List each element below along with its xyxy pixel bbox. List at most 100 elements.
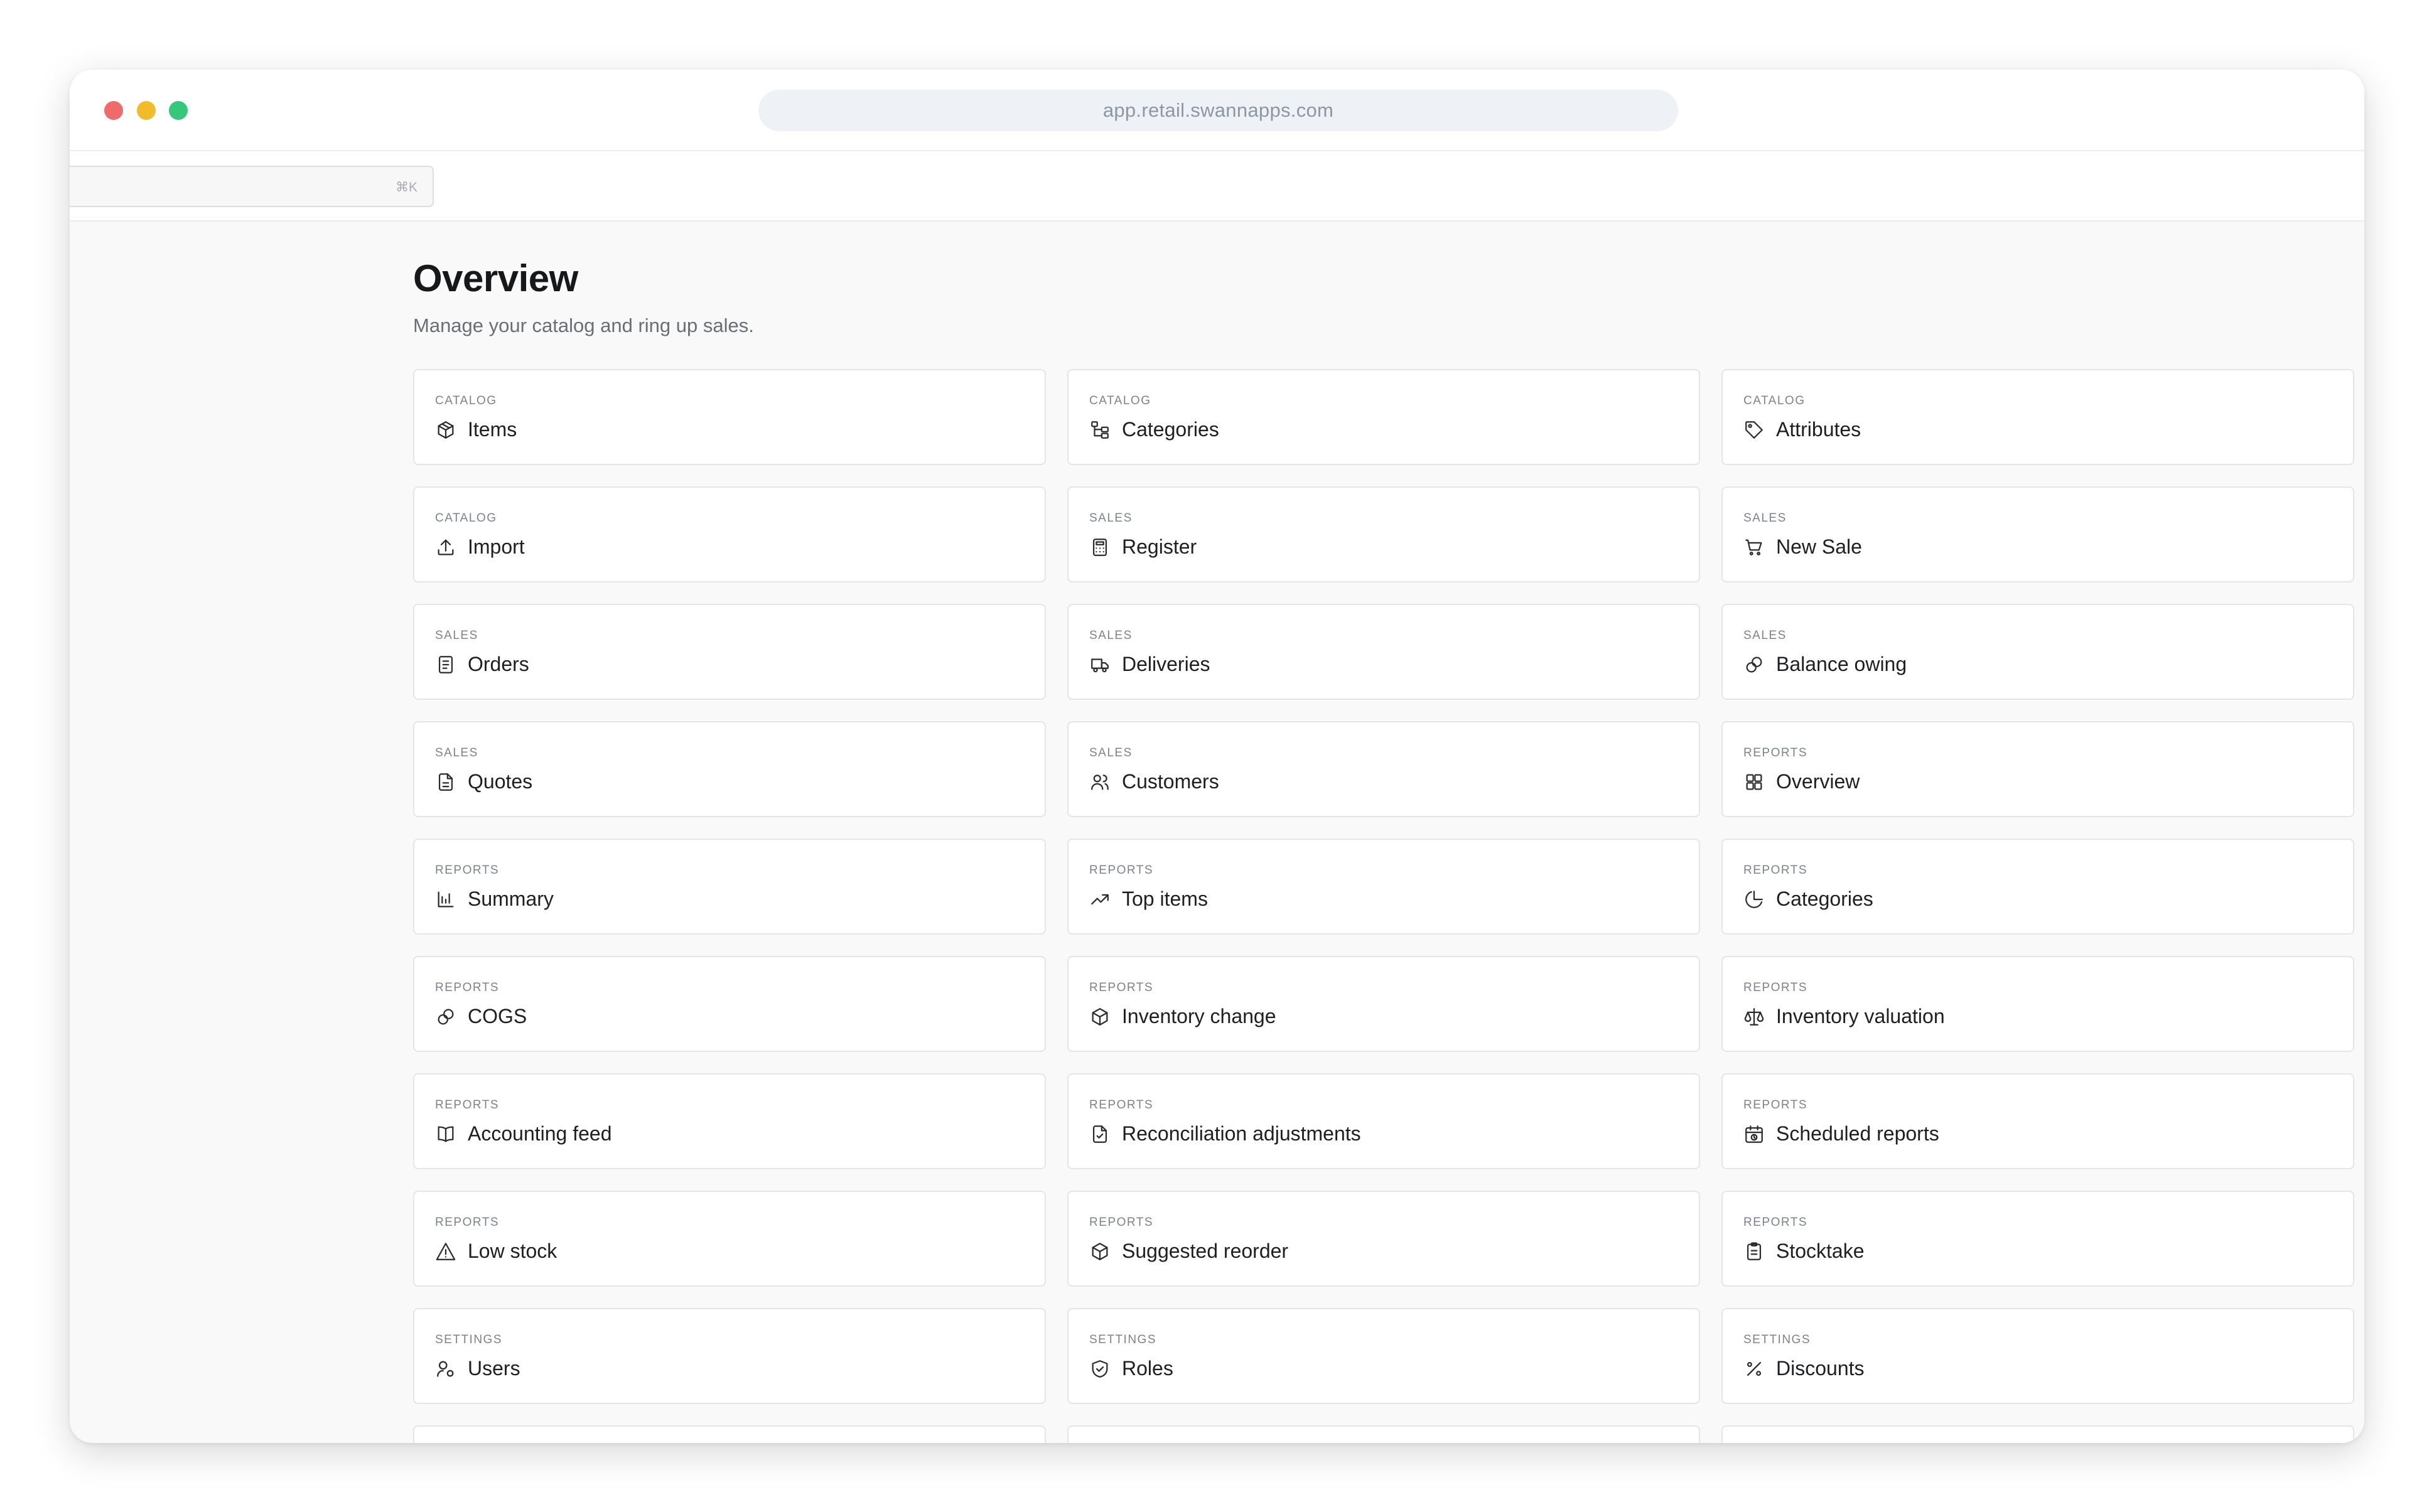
- card-category: SALES: [435, 629, 478, 642]
- card-label-row: Categories: [1743, 887, 1873, 911]
- card-label-row: Quotes: [435, 770, 532, 793]
- nav-card[interactable]: REPORTS Inventory change: [1067, 956, 1700, 1052]
- card-label: Overview: [1776, 770, 1860, 793]
- card-category: REPORTS: [435, 981, 500, 994]
- nav-card[interactable]: SALES Orders: [413, 604, 1046, 700]
- nav-card[interactable]: SETTINGS: [413, 1425, 1046, 1443]
- cart-icon: [1743, 537, 1765, 558]
- card-category: SETTINGS: [1089, 1333, 1157, 1346]
- shield-check-icon: [1089, 1358, 1111, 1380]
- card-category: REPORTS: [1089, 1098, 1154, 1112]
- scale-icon: [1743, 1006, 1765, 1027]
- search-input[interactable]: ⌘K: [70, 166, 434, 207]
- nav-card[interactable]: SETTINGS Discounts: [1721, 1308, 2354, 1404]
- card-label: COGS: [468, 1005, 527, 1027]
- nav-card[interactable]: REPORTS Accounting feed: [413, 1073, 1046, 1169]
- card-category: SALES: [435, 746, 478, 759]
- card-label-row: Low stock: [435, 1240, 557, 1263]
- card-label-row: Stocktake: [1743, 1240, 1865, 1263]
- close-window-button[interactable]: [104, 101, 123, 120]
- nav-card[interactable]: CATALOG Attributes: [1721, 369, 2354, 465]
- card-category: REPORTS: [1743, 746, 1808, 759]
- card-label: Low stock: [468, 1240, 557, 1262]
- nav-card[interactable]: REPORTS Stocktake: [1721, 1191, 2354, 1287]
- card-label-row: Suggested reorder: [1089, 1240, 1288, 1263]
- card-category: REPORTS: [1089, 864, 1154, 877]
- card-label-row: Customers: [1089, 770, 1219, 793]
- page-title: Overview: [413, 257, 578, 299]
- nav-card[interactable]: CATALOG Import: [413, 486, 1046, 582]
- package-change-icon: [1089, 1006, 1111, 1027]
- card-label-row: Users: [435, 1357, 520, 1380]
- hierarchy-icon: [1089, 419, 1111, 441]
- card-label: Reconciliation adjustments: [1122, 1122, 1361, 1145]
- card-label-row: Summary: [435, 887, 554, 911]
- card-category: REPORTS: [1743, 981, 1808, 994]
- overview-card-grid: CATALOG Items CATALOG Categories CATALOG Attr…: [413, 369, 2354, 1443]
- card-label: Discounts: [1776, 1357, 1865, 1380]
- card-category: CATALOG: [1743, 394, 1806, 407]
- nav-card[interactable]: REPORTS Reconciliation adjustments: [1067, 1073, 1700, 1169]
- main-content: Overview Manage your catalog and ring up…: [413, 222, 2364, 1443]
- nav-card[interactable]: SALES Register: [1067, 486, 1700, 582]
- card-label: Categories: [1776, 887, 1873, 910]
- nav-card[interactable]: REPORTS Scheduled reports: [1721, 1073, 2354, 1169]
- nav-card[interactable]: SETTINGS: [1067, 1425, 1700, 1443]
- nav-card[interactable]: SALES Quotes: [413, 721, 1046, 817]
- nav-card[interactable]: SALES Balance owing: [1721, 604, 2354, 700]
- calculator-icon: [1089, 537, 1111, 558]
- nav-card[interactable]: REPORTS Overview: [1721, 721, 2354, 817]
- nav-card[interactable]: REPORTS Low stock: [413, 1191, 1046, 1287]
- card-label: Inventory valuation: [1776, 1005, 1945, 1027]
- card-label: Accounting feed: [468, 1122, 612, 1145]
- user-settings-icon: [435, 1358, 456, 1380]
- card-label-row: COGS: [435, 1005, 527, 1028]
- card-label-row: New Sale: [1743, 535, 1862, 559]
- card-label-row: Roles: [1089, 1357, 1173, 1380]
- card-label: Import: [468, 535, 525, 558]
- users-icon: [1089, 771, 1111, 793]
- document-icon: [435, 771, 456, 793]
- nav-card[interactable]: REPORTS Categories: [1721, 839, 2354, 935]
- nav-card[interactable]: REPORTS Inventory valuation: [1721, 956, 2354, 1052]
- pie-chart-icon: [1743, 889, 1765, 910]
- nav-card[interactable]: SETTINGS Users: [413, 1308, 1046, 1404]
- nav-card[interactable]: CATALOG Categories: [1067, 369, 1700, 465]
- nav-card[interactable]: SETTINGS Roles: [1067, 1308, 1700, 1404]
- card-category: REPORTS: [435, 864, 500, 877]
- card-category: REPORTS: [1743, 864, 1808, 877]
- trending-up-icon: [1089, 889, 1111, 910]
- nav-card[interactable]: REPORTS Summary: [413, 839, 1046, 935]
- nav-card[interactable]: REPORTS Suggested reorder: [1067, 1191, 1700, 1287]
- maximize-window-button[interactable]: [169, 101, 188, 120]
- nav-card[interactable]: SETTINGS: [1721, 1425, 2354, 1443]
- nav-card[interactable]: SALES New Sale: [1721, 486, 2354, 582]
- package-refresh-icon: [1089, 1241, 1111, 1262]
- nav-card[interactable]: REPORTS Top items: [1067, 839, 1700, 935]
- card-label-row: Inventory change: [1089, 1005, 1276, 1028]
- card-category: CATALOG: [1089, 394, 1151, 407]
- clipboard-icon: [1743, 1241, 1765, 1262]
- card-label: Top items: [1122, 887, 1208, 910]
- address-bar-url: app.retail.swannapps.com: [1102, 99, 1334, 121]
- card-category: REPORTS: [1743, 1216, 1808, 1229]
- coins-icon: [435, 1006, 456, 1027]
- tag-icon: [1743, 419, 1765, 441]
- upload-icon: [435, 537, 456, 558]
- card-category: SALES: [1089, 629, 1133, 642]
- nav-card[interactable]: REPORTS COGS: [413, 956, 1046, 1052]
- card-category: CATALOG: [435, 394, 497, 407]
- nav-card[interactable]: SALES Deliveries: [1067, 604, 1700, 700]
- nav-card[interactable]: CATALOG Items: [413, 369, 1046, 465]
- card-label-row: Accounting feed: [435, 1122, 612, 1145]
- nav-card[interactable]: SALES Customers: [1067, 721, 1700, 817]
- card-label: Register: [1122, 535, 1197, 558]
- card-label: Items: [468, 418, 517, 441]
- card-label: Balance owing: [1776, 653, 1907, 675]
- truck-icon: [1089, 654, 1111, 675]
- minimize-window-button[interactable]: [137, 101, 156, 120]
- card-label-row: Import: [435, 535, 525, 559]
- card-label-row: Discounts: [1743, 1357, 1865, 1380]
- card-category: SALES: [1089, 512, 1133, 525]
- address-bar[interactable]: app.retail.swannapps.com: [758, 90, 1678, 131]
